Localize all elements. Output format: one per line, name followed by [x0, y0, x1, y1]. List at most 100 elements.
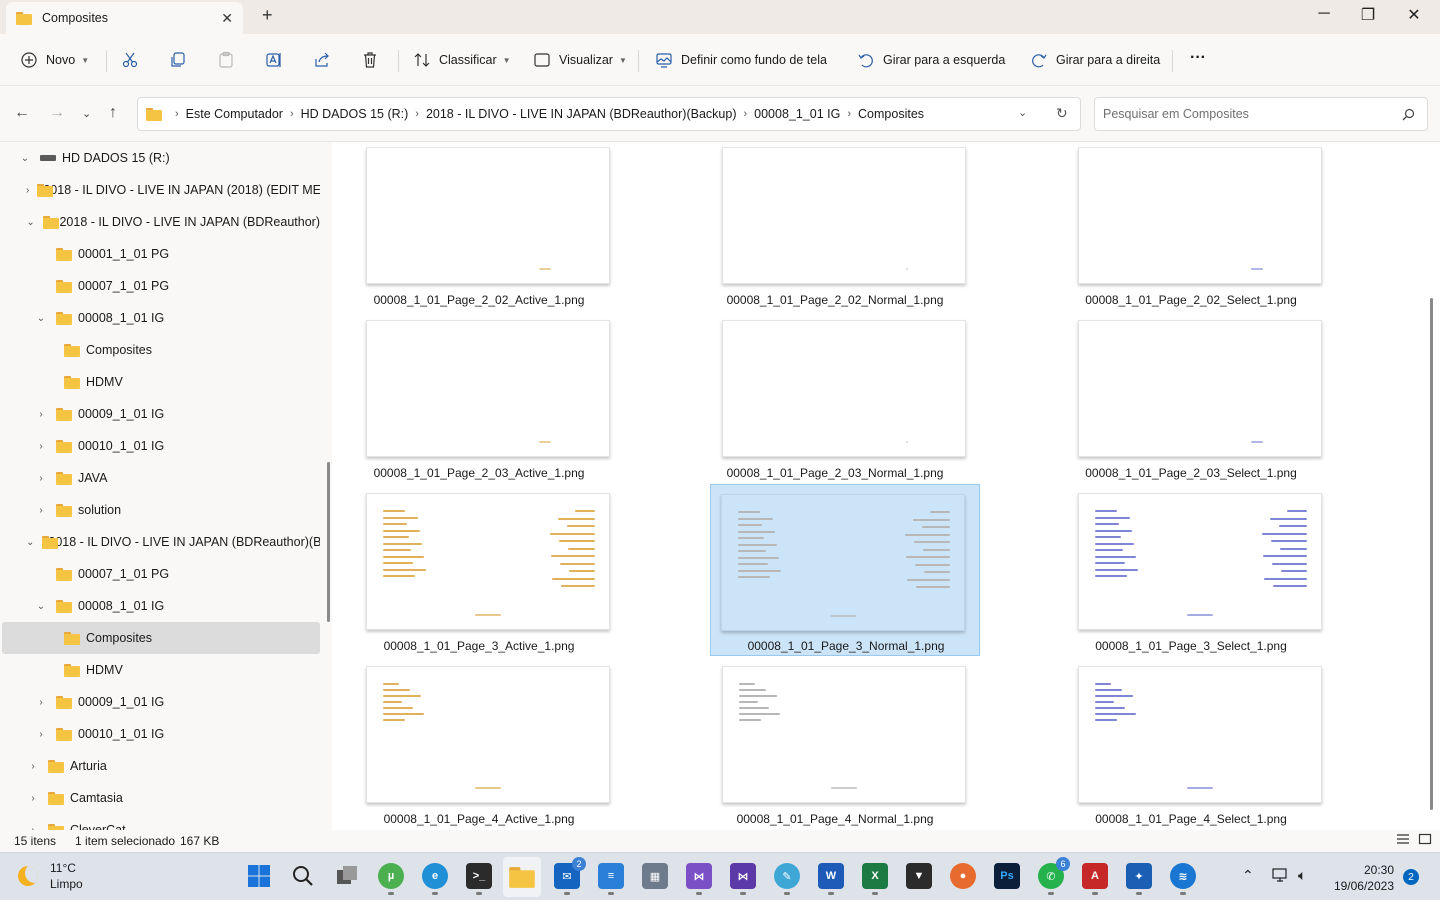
breadcrumb-project[interactable]: 2018 - IL DIVO - LIVE IN JAPAN (BDReauth… — [426, 107, 737, 121]
content-scrollbar[interactable] — [1430, 298, 1433, 810]
copy-button[interactable] — [169, 48, 187, 72]
chevron-down-icon[interactable]: ⌄ — [26, 537, 34, 548]
close-window-button[interactable]: ✕ — [1402, 5, 1426, 25]
share-button[interactable] — [313, 48, 331, 72]
chevron-right-icon[interactable]: › — [26, 761, 40, 772]
calculator-icon[interactable]: ▦ — [642, 863, 668, 889]
utorrent-icon[interactable]: µ — [378, 863, 404, 895]
task-view-icon[interactable] — [334, 863, 360, 889]
set-wallpaper-button[interactable]: Definir como fundo de tela — [655, 48, 827, 72]
breadcrumb-drive[interactable]: HD DADOS 15 (R:) — [301, 107, 409, 121]
rename-button[interactable] — [265, 48, 283, 72]
nav-tree-item[interactable]: › solution — [2, 494, 320, 526]
mail-icon[interactable]: ✉ 2 — [554, 857, 586, 895]
notification-badge[interactable]: 2 — [1403, 869, 1419, 885]
nav-tree-item[interactable]: HDMV — [2, 366, 320, 398]
nav-tree-item[interactable]: ⌄ 00008_1_01 IG — [2, 302, 320, 334]
nav-tree-item[interactable]: HDMV — [2, 654, 320, 686]
terminal-icon[interactable]: >_ — [466, 863, 492, 895]
nav-scrollbar[interactable] — [327, 462, 330, 622]
file-item[interactable]: 00008_1_01_Page_2_02_Active_1.png — [344, 142, 614, 314]
chevron-right-icon[interactable]: › — [34, 441, 48, 452]
nav-tree-item[interactable]: ⌄ 00008_1_01 IG — [2, 590, 320, 622]
file-item[interactable]: 00008_1_01_Page_2_03_Active_1.png — [344, 315, 614, 487]
chevron-down-icon[interactable]: ⌄ — [34, 601, 48, 612]
details-view-icon[interactable] — [1396, 832, 1410, 849]
breadcrumb-ig-folder[interactable]: 00008_1_01 IG — [754, 107, 840, 121]
show-hidden-icons-chevron-icon[interactable]: ⌃ — [1242, 867, 1254, 884]
file-item[interactable]: 00008_1_01_Page_3_Active_1.png — [344, 488, 614, 660]
edge-icon[interactable]: e — [422, 863, 448, 895]
start-icon[interactable] — [246, 863, 272, 889]
vpn-icon[interactable]: ≋ — [1170, 863, 1196, 895]
breadcrumb-this-pc[interactable]: Este Computador — [186, 107, 283, 121]
breadcrumb-composites[interactable]: Composites — [858, 107, 924, 121]
thumbnail-view-icon[interactable] — [1418, 832, 1432, 849]
up-arrow-icon[interactable]: ↑ — [109, 104, 117, 122]
more-options-button[interactable]: ··· — [1190, 46, 1206, 70]
maximize-button[interactable]: ❐ — [1356, 5, 1380, 25]
address-bar[interactable]: › Este Computador › HD DADOS 15 (R:) › 2… — [137, 97, 1081, 131]
chevron-right-icon[interactable]: › — [34, 473, 48, 484]
chevron-down-icon[interactable]: ⌄ — [18, 153, 32, 164]
forward-arrow-icon[interactable]: → — [49, 104, 65, 122]
visual-studio-icon[interactable]: ⋈ — [686, 863, 712, 895]
address-history-chevron-icon[interactable]: ⌄ — [1018, 106, 1027, 119]
new-button[interactable]: Novo ▼ — [20, 48, 89, 72]
nav-tree-item[interactable]: › Camtasia — [2, 782, 320, 814]
nav-tree-item[interactable]: 00007_1_01 PG — [2, 270, 320, 302]
rotate-right-button[interactable]: Girar para a direita — [1030, 48, 1160, 72]
photoshop-icon[interactable]: Ps — [994, 863, 1020, 889]
network-icon[interactable] — [1272, 867, 1290, 886]
file-item[interactable]: 00008_1_01_Page_2_02_Normal_1.png — [700, 142, 970, 314]
search-input[interactable] — [1103, 107, 1393, 121]
cut-button[interactable] — [121, 48, 139, 72]
nav-tree-item[interactable]: › CleverCat — [2, 814, 320, 830]
nav-tree-item[interactable]: › 00009_1_01 IG — [2, 686, 320, 718]
chevron-down-icon[interactable]: ⌄ — [26, 217, 35, 228]
view-button[interactable]: Visualizar ▼ — [533, 48, 627, 72]
file-explorer-icon[interactable] — [503, 857, 541, 897]
file-item[interactable]: 00008_1_01_Page_4_Active_1.png — [344, 661, 614, 830]
file-item[interactable]: 00008_1_01_Page_2_02_Select_1.png — [1056, 142, 1326, 314]
file-item[interactable]: 00008_1_01_Page_3_Select_1.png — [1056, 488, 1326, 660]
word-icon[interactable]: W — [818, 863, 844, 895]
nav-tree-item[interactable]: Composites — [2, 334, 320, 366]
back-arrow-icon[interactable]: ← — [14, 104, 30, 122]
notepad-icon[interactable]: ≡ — [598, 863, 624, 895]
tab-composites[interactable]: Composites ✕ — [6, 2, 243, 34]
nav-tree-item[interactable]: › JAVA — [2, 462, 320, 494]
nav-tree-item[interactable]: › 2018 - IL DIVO - LIVE IN JAPAN (2018) (… — [2, 174, 320, 206]
delete-button[interactable] — [361, 48, 379, 72]
nav-tree-item[interactable]: Composites — [2, 622, 320, 654]
close-tab-button[interactable]: ✕ — [221, 10, 233, 27]
volume-icon[interactable]: 🔈︎ — [1298, 867, 1306, 884]
chevron-right-icon[interactable]: › — [34, 697, 48, 708]
rotate-left-button[interactable]: Girar para a esquerda — [857, 48, 1005, 72]
nav-tree-item[interactable]: 00001_1_01 PG — [2, 238, 320, 270]
chevron-right-icon[interactable]: › — [26, 185, 29, 196]
visual-studio-preview-icon[interactable]: ⋈ — [730, 863, 756, 895]
chevron-down-icon[interactable]: ⌄ — [34, 313, 48, 324]
whatsapp-icon[interactable]: ✆ 6 — [1038, 857, 1070, 895]
excel-icon[interactable]: X — [862, 863, 888, 895]
search-icon[interactable] — [290, 863, 316, 889]
recent-locations-chevron-icon[interactable]: ⌄ — [82, 107, 91, 120]
nav-tree-item[interactable]: › 00010_1_01 IG — [2, 430, 320, 462]
search-box[interactable] — [1094, 97, 1428, 131]
system-clock[interactable]: 20:30 19/06/2023 — [1326, 862, 1394, 894]
weather-widget[interactable]: 11°C Limpo — [18, 860, 83, 892]
chevron-right-icon[interactable]: › — [34, 409, 48, 420]
file-item[interactable]: 00008_1_01_Page_4_Normal_1.png — [700, 661, 970, 830]
chevron-right-icon[interactable]: › — [34, 505, 48, 516]
nav-tree-item[interactable]: 00007_1_01 PG — [2, 558, 320, 590]
refresh-icon[interactable]: ↻ — [1056, 105, 1068, 122]
file-item[interactable]: 00008_1_01_Page_2_03_Normal_1.png — [700, 315, 970, 487]
file-item[interactable]: 00008_1_01_Page_3_Normal_1.png — [710, 484, 980, 656]
sort-button[interactable]: Classificar ▼ — [413, 48, 511, 72]
app-icon[interactable]: ▼ — [906, 863, 932, 889]
file-item[interactable]: 00008_1_01_Page_4_Select_1.png — [1056, 661, 1326, 830]
chevron-right-icon[interactable]: › — [26, 793, 40, 804]
nav-tree-item[interactable]: › Arturia — [2, 750, 320, 782]
nav-tree-item[interactable]: ⌄ 2018 - IL DIVO - LIVE IN JAPAN (BDReaut… — [2, 526, 320, 558]
